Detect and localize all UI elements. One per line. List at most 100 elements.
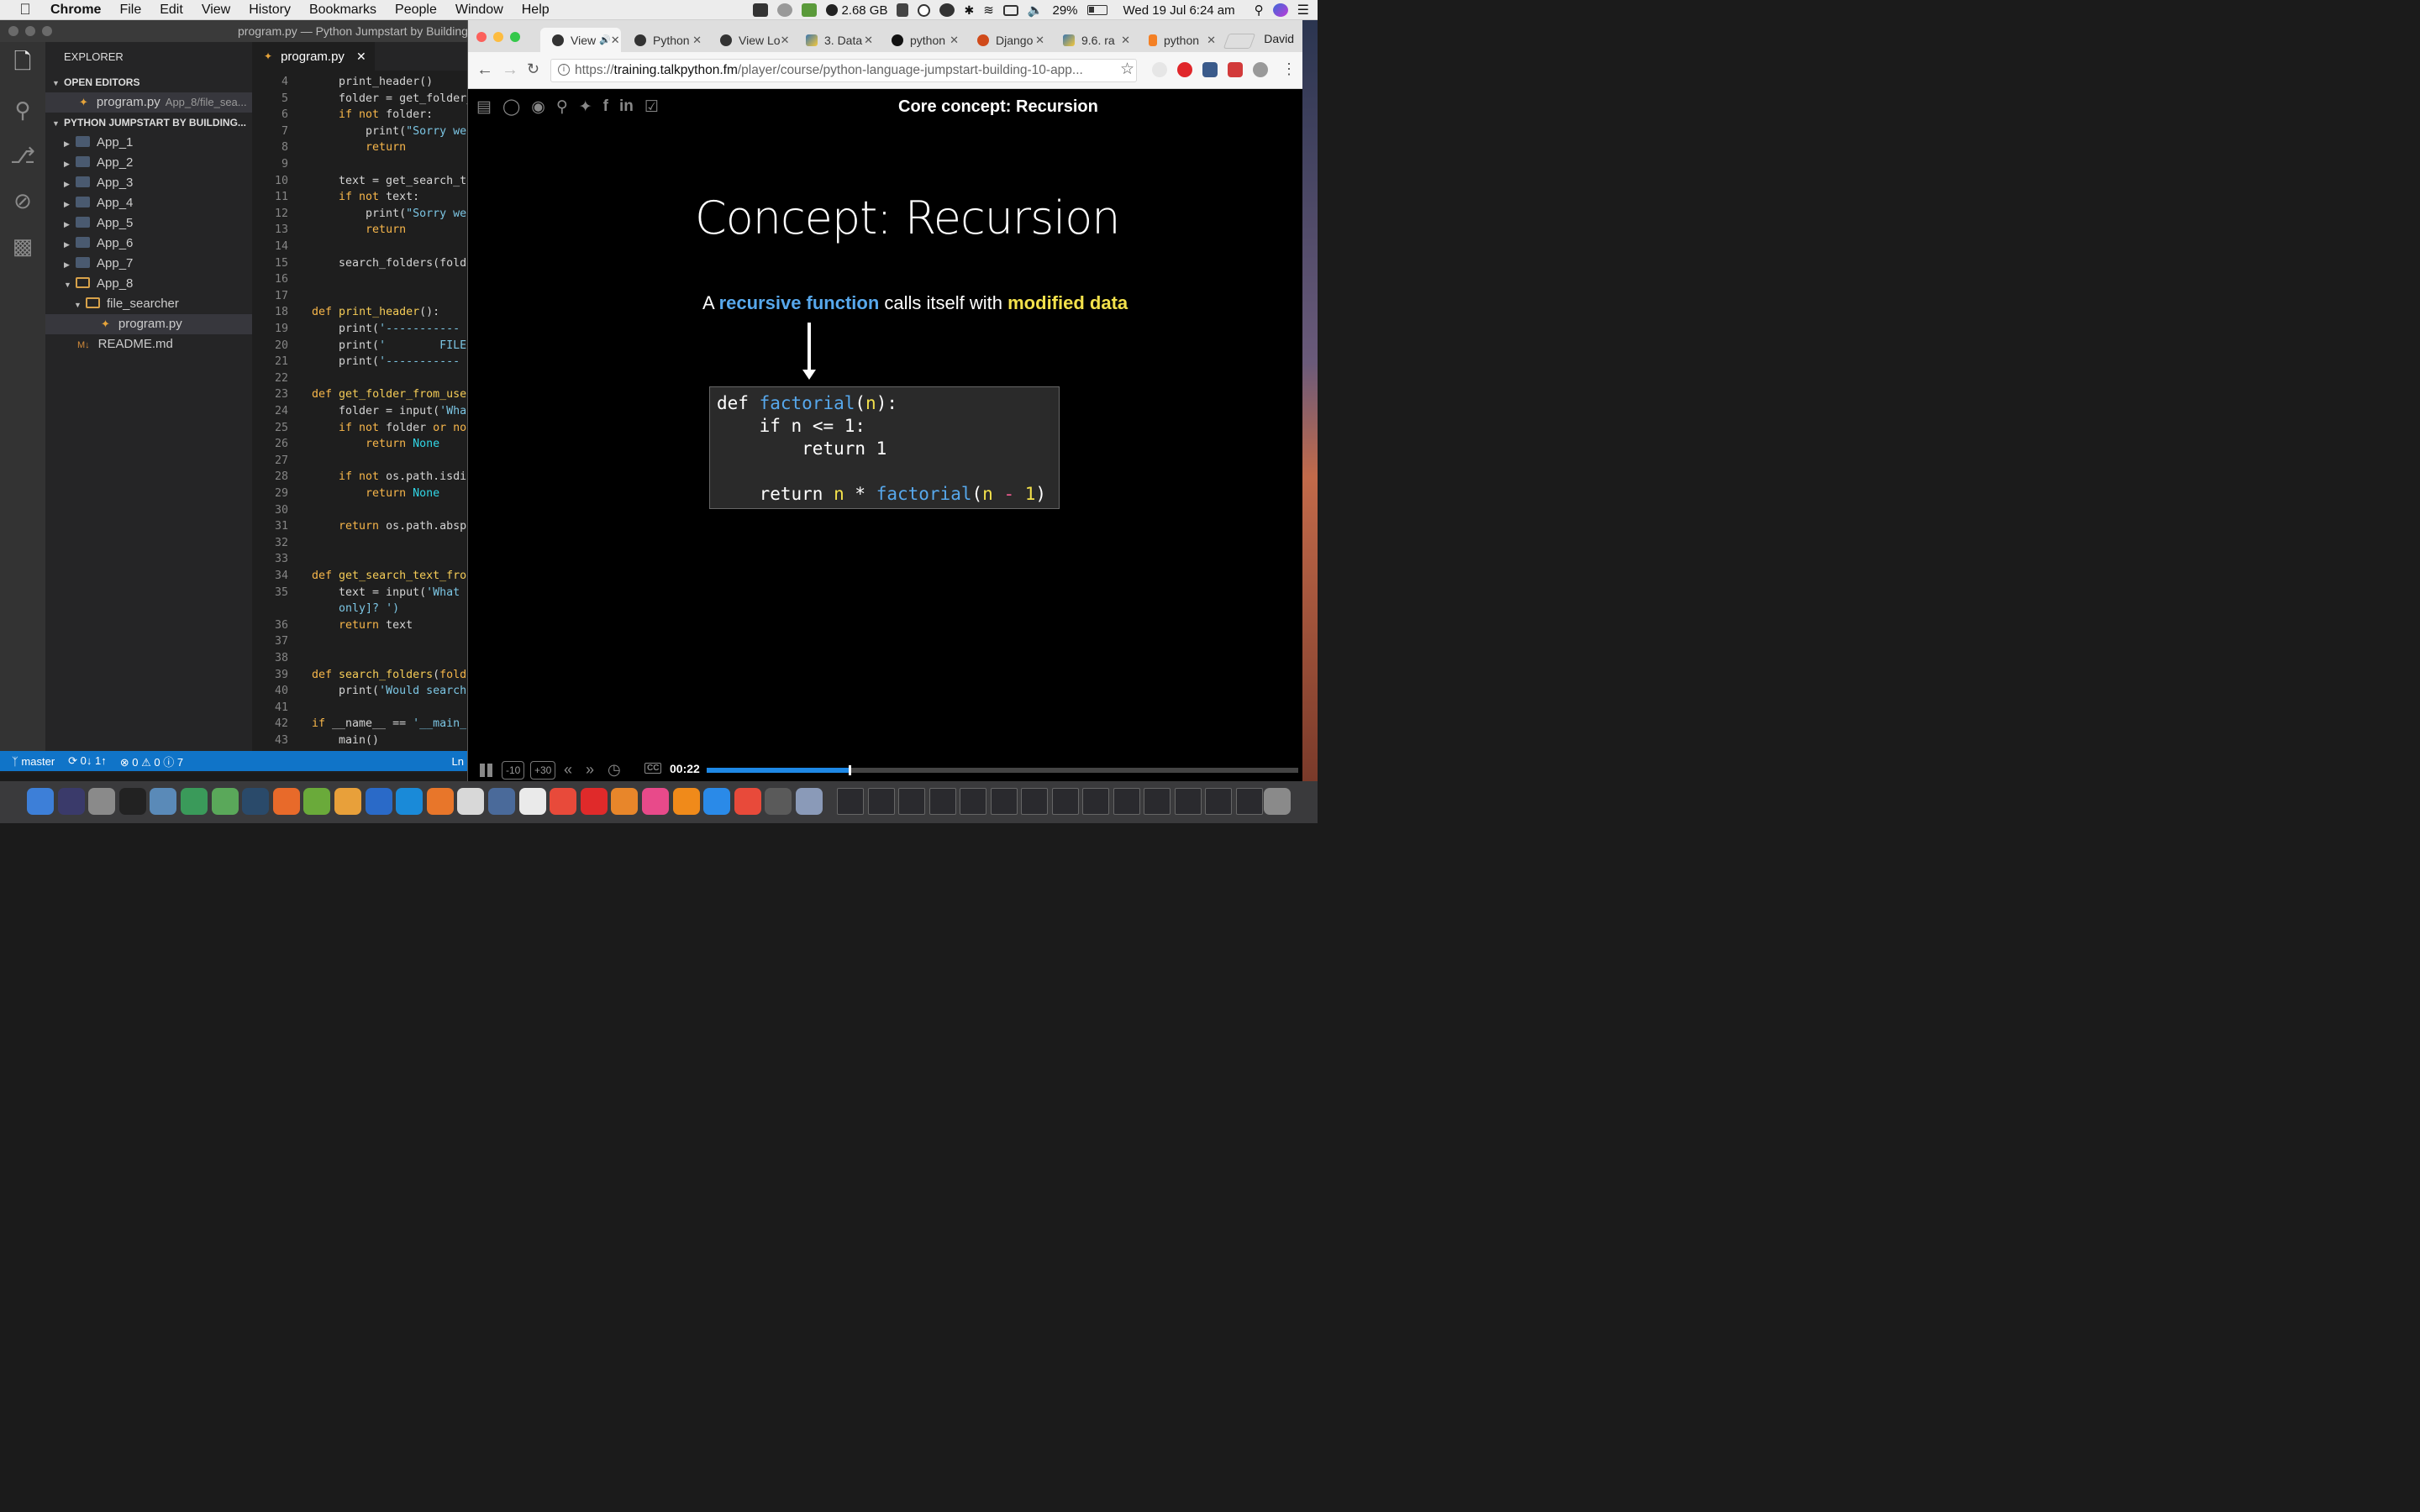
minimized-window-thumbnail[interactable] <box>1113 788 1140 815</box>
evernote-icon[interactable] <box>802 3 818 17</box>
minimized-window-thumbnail[interactable] <box>1082 788 1109 815</box>
siri-icon[interactable] <box>1272 3 1288 17</box>
search-icon[interactable]: ⚲ <box>556 97 568 117</box>
forward-30-button[interactable]: +30 <box>530 761 556 780</box>
do-not-disturb-icon[interactable] <box>918 3 931 17</box>
progress-handle[interactable] <box>848 765 851 775</box>
close-tab-icon[interactable]: ✕ <box>950 34 959 47</box>
close-tab-icon[interactable]: ✕ <box>1207 34 1216 47</box>
browser-tab[interactable]: View Lo ✕ <box>708 28 794 52</box>
hat-icon[interactable] <box>939 3 955 17</box>
close-tab-icon[interactable]: ✕ <box>1035 34 1044 47</box>
calendar-badge-icon[interactable] <box>1228 62 1243 77</box>
code-line[interactable]: if not folder: <box>312 108 433 121</box>
reload-icon[interactable]: ↻ <box>527 60 539 78</box>
sync-status[interactable]: ⟳ 0↓ 1↑ <box>68 754 107 768</box>
folder-app-7[interactable]: ▶ App_7 <box>45 254 252 274</box>
code-line[interactable]: if not text: <box>312 191 419 203</box>
sourcetree-icon[interactable] <box>181 788 208 815</box>
search-icon[interactable]: ⚲ <box>0 87 45 133</box>
open-editor-item[interactable]: ✦ program.py App_8/file_sea... <box>45 92 252 113</box>
chrome-icon[interactable] <box>457 788 485 815</box>
close-tab-icon[interactable]: ✕ <box>1121 34 1130 47</box>
minimized-window-thumbnail[interactable] <box>960 788 986 815</box>
sublime-icon[interactable] <box>334 788 361 815</box>
apple-menu-icon[interactable]:  <box>17 1 34 18</box>
project-section[interactable]: ▼ PYTHON JUMPSTART BY BUILDING... <box>45 113 252 133</box>
minimized-window-thumbnail[interactable] <box>1144 788 1171 815</box>
code-line[interactable]: print('----------- <box>312 323 460 335</box>
firefox-icon[interactable] <box>426 788 454 815</box>
menu-edit[interactable]: Edit <box>160 3 183 18</box>
launchpad-icon[interactable] <box>88 788 116 815</box>
minimized-window-thumbnail[interactable] <box>1021 788 1048 815</box>
finder-icon[interactable] <box>27 788 54 815</box>
browser-tab[interactable]: 9.6. ra ✕ <box>1051 28 1137 52</box>
browser-tab[interactable]: 3. Data ✕ <box>794 28 880 52</box>
code-line[interactable]: folder = get_folder_ <box>312 92 467 105</box>
code-line[interactable]: def print_header(): <box>312 306 439 318</box>
remote-icon[interactable] <box>734 788 761 815</box>
next-icon[interactable]: » <box>586 761 594 779</box>
minimized-window-thumbnail[interactable] <box>1174 788 1202 815</box>
wireshark-icon[interactable] <box>150 788 177 815</box>
close-tab-icon[interactable]: ✕ <box>611 34 620 47</box>
trash-icon[interactable] <box>1264 788 1291 815</box>
safari-icon[interactable] <box>396 788 424 815</box>
progress-track[interactable] <box>707 765 1298 775</box>
rewind-10-button[interactable]: -10 <box>502 761 525 780</box>
folder-app-2[interactable]: ▶ App_2 <box>45 153 252 173</box>
zoom-window-button[interactable] <box>510 32 520 42</box>
close-window-button[interactable] <box>476 32 487 42</box>
code-line[interactable]: if __name__ == '__main_ <box>312 717 466 730</box>
profile-name[interactable]: David <box>1264 32 1294 45</box>
code-line[interactable]: search_folders(folde <box>312 257 467 270</box>
back-arrow-icon[interactable]: ← <box>476 60 493 80</box>
speed-clock-icon[interactable]: ◷ <box>608 761 621 779</box>
folder-app-4[interactable]: ▶ App_4 <box>45 193 252 213</box>
folder-file-searcher[interactable]: ▼ file_searcher <box>45 294 252 314</box>
pause-button[interactable] <box>480 764 493 777</box>
folder-app-8[interactable]: ▼ App_8 <box>45 274 252 294</box>
close-window-button[interactable] <box>8 26 18 36</box>
minimized-window-thumbnail[interactable] <box>990 788 1018 815</box>
code-line[interactable]: return os.path.abspa <box>312 520 467 533</box>
siri-icon[interactable] <box>57 788 85 815</box>
code-line[interactable]: return None <box>312 487 439 500</box>
code-line[interactable]: if not os.path.isdi <box>312 470 466 483</box>
screen-sharing-icon[interactable] <box>796 788 823 815</box>
editor-tab-program-py[interactable]: ✦ program.py ✕ <box>252 42 375 71</box>
code-line[interactable]: folder = input('What <box>312 405 467 417</box>
memory-icon[interactable]: 2.68 GB <box>826 3 887 18</box>
notification-center-icon[interactable]: ☰ <box>1297 2 1309 18</box>
code-line[interactable]: return <box>312 223 406 236</box>
code-line[interactable]: print("Sorry we <box>312 125 466 138</box>
close-tab-icon[interactable]: ✕ <box>864 34 873 47</box>
code-line[interactable]: only]? ') <box>312 602 399 615</box>
folder-app-6[interactable]: ▶ App_6 <box>45 234 252 254</box>
vim-icon[interactable] <box>303 788 331 815</box>
checkbox-icon[interactable]: ☑ <box>644 97 659 117</box>
code-line[interactable]: def get_folder_from_use <box>312 388 466 401</box>
code-line[interactable]: if not folder or not <box>312 422 467 434</box>
code-line[interactable]: main() <box>312 734 379 747</box>
browser-tab[interactable]: python ✕ <box>1137 28 1223 52</box>
preview-icon[interactable] <box>488 788 515 815</box>
menu-window[interactable]: Window <box>455 3 503 18</box>
menu-bookmarks[interactable]: Bookmarks <box>309 3 376 18</box>
power-icon[interactable] <box>1253 62 1268 77</box>
problems-status[interactable]: ⊗ 0 ⚠ 0 ⓘ 7 <box>120 753 183 769</box>
previous-icon[interactable]: « <box>564 761 572 779</box>
vlc-icon[interactable] <box>672 788 700 815</box>
code-line[interactable]: print_header() <box>312 76 433 88</box>
code-line[interactable]: print('Would search <box>312 685 466 697</box>
code-line[interactable]: print('----------- <box>312 355 460 368</box>
info-icon[interactable]: i <box>558 64 570 76</box>
forward-arrow-icon[interactable]: → <box>502 60 518 80</box>
bookmark-star-icon[interactable]: ☆ <box>1120 60 1134 79</box>
calendar-icon[interactable] <box>518 788 546 815</box>
linkedin-icon[interactable]: in <box>619 97 634 117</box>
minimize-window-button[interactable] <box>493 32 503 42</box>
code-editor[interactable]: ✦ program.py ✕ 4 print_header() 5 folder = … <box>252 42 467 751</box>
book-icon[interactable]: ▤ <box>476 97 492 117</box>
